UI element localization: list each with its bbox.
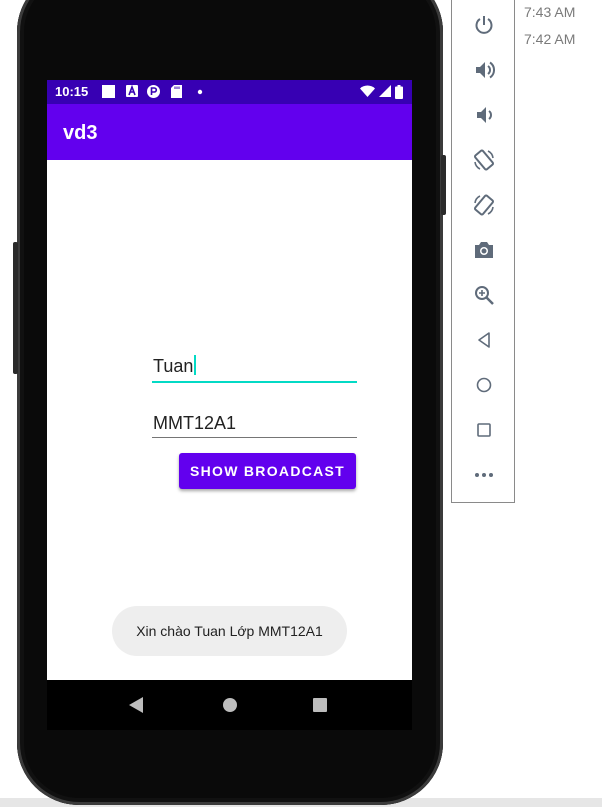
back-icon[interactable] [470,326,498,354]
dot-icon [193,85,206,98]
timestamp-2: 7:42 AM [524,31,576,47]
zoom-icon[interactable] [470,281,498,309]
class-input-value: MMT12A1 [153,413,237,433]
notification-square-icon [102,85,115,98]
p-circle-icon [147,85,160,98]
name-input[interactable]: Tuan [152,355,357,385]
emulator-toolbar [451,0,515,503]
rotate-left-icon[interactable] [470,146,498,174]
status-bar: 10:15 [47,80,412,104]
device-screen: 10:15 vd3 Tuan MMT12A1 SHOW BROADCAST Xi… [47,80,412,730]
volume-side-button [13,242,18,374]
app-bar: vd3 [47,104,412,160]
toast-message: Xin chào Tuan Lớp MMT12A1 [112,606,347,656]
name-input-underline [152,381,357,383]
navigation-bar [47,680,412,730]
show-broadcast-button[interactable]: SHOW BROADCAST [179,453,356,489]
home-icon[interactable] [470,371,498,399]
camera-icon[interactable] [470,236,498,264]
power-side-button [441,155,446,215]
volume-down-icon[interactable] [470,101,498,129]
name-input-value: Tuan [153,355,197,377]
more-icon[interactable] [470,461,498,489]
text-cursor [194,355,197,375]
class-input-underline [152,437,357,438]
sd-card-icon [170,85,183,98]
overview-icon[interactable] [470,416,498,444]
app-title: vd3 [63,122,98,144]
nav-back-icon[interactable] [129,697,143,713]
status-time: 10:15 [55,84,89,99]
power-icon[interactable] [470,11,498,39]
class-input[interactable]: MMT12A1 [152,413,357,443]
battery-icon [395,85,403,99]
a-box-icon [125,84,138,98]
rotate-right-icon[interactable] [470,191,498,219]
wifi-icon [360,85,375,98]
volume-up-icon[interactable] [470,56,498,84]
nav-recents-icon[interactable] [313,698,327,712]
timestamp-1: 7:43 AM [524,4,576,20]
nav-home-icon[interactable] [223,698,237,712]
signal-icon [378,85,391,98]
